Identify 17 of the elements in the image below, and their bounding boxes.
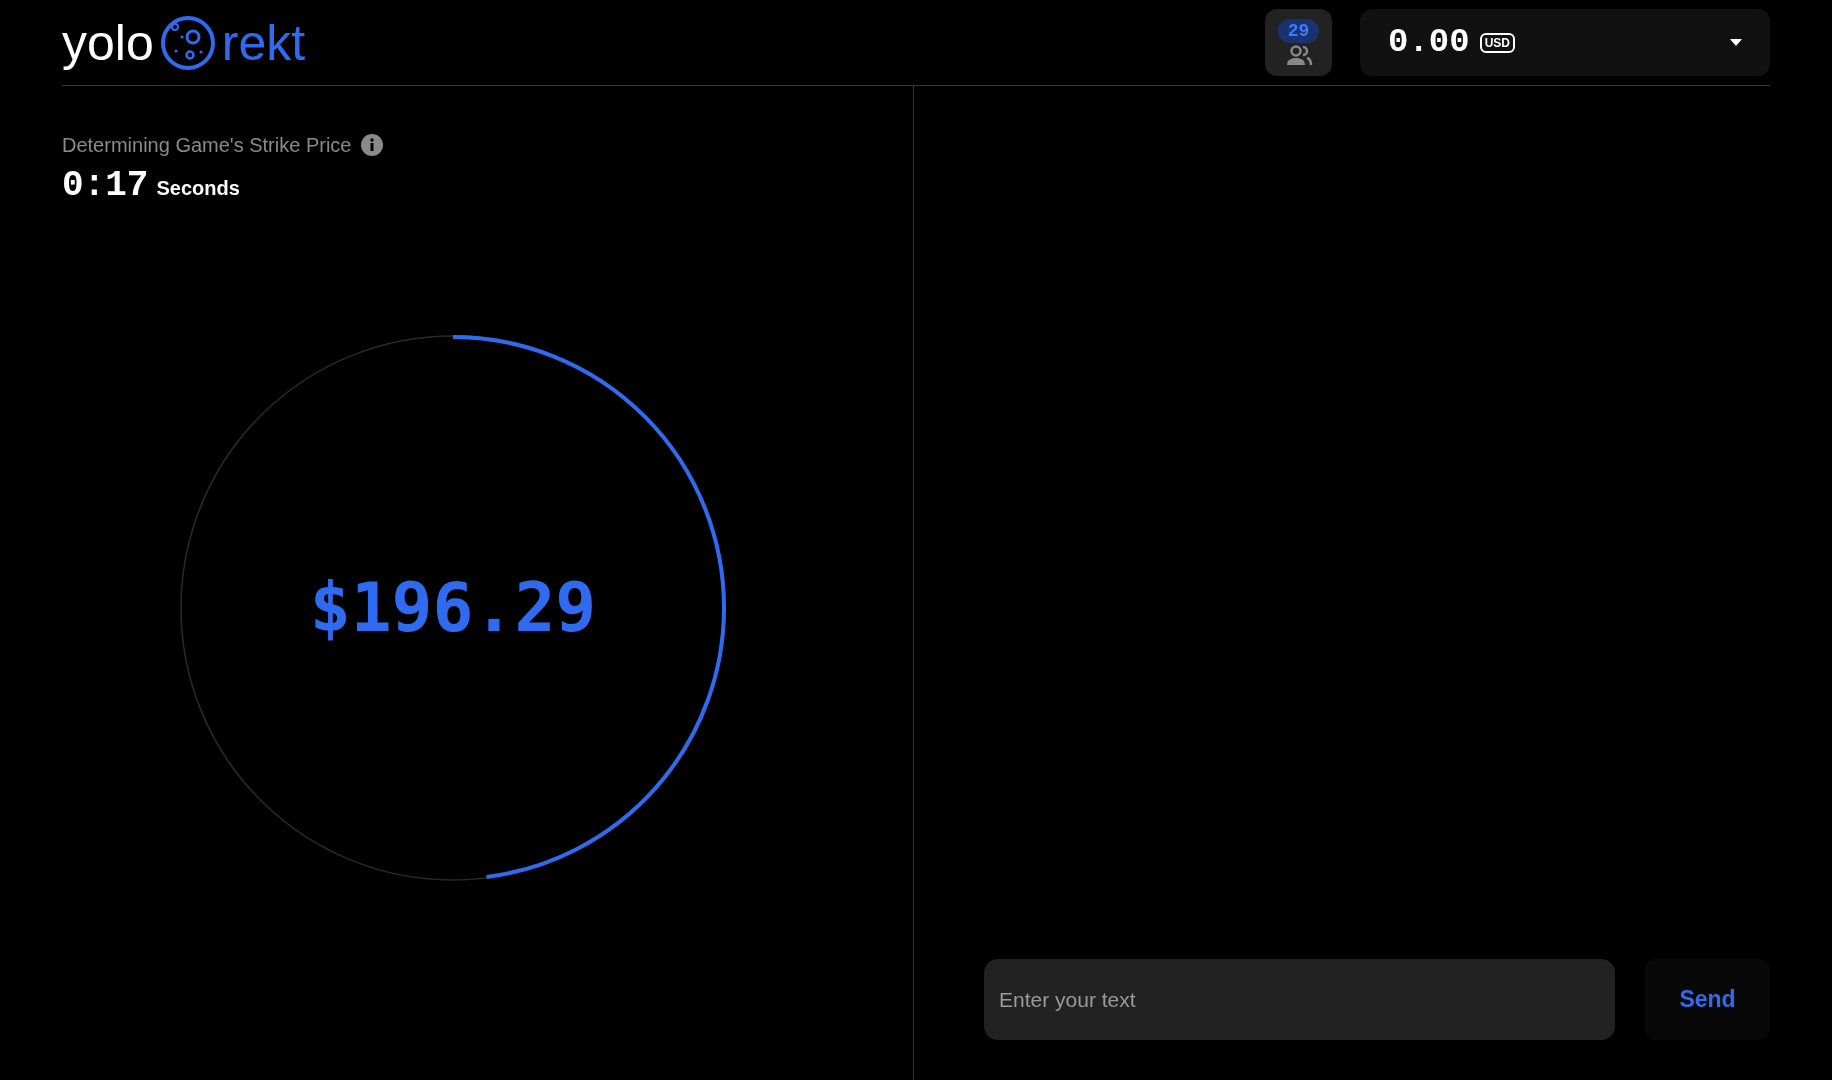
logo-text: yolo [62, 17, 154, 68]
send-button[interactable]: Send [1645, 959, 1770, 1040]
timer-unit: Seconds [156, 176, 240, 201]
caret-icon [1730, 39, 1742, 46]
balance-amount: 0.00 [1388, 22, 1470, 63]
chat-input[interactable]: Enter your text [984, 959, 1615, 1040]
users-icon [1284, 44, 1313, 67]
countdown-timer: 0:17 [62, 168, 149, 204]
balance-dropdown[interactable]: 0.00 USD [1360, 9, 1770, 76]
strike-price: $196.29 [309, 567, 597, 649]
planet-logo-icon [159, 14, 216, 71]
players-badge[interactable]: 29 [1265, 9, 1332, 76]
currency-badge: USD [1479, 32, 1515, 53]
info-icon[interactable] [361, 134, 384, 156]
game-status-title: Determining Game's Strike Price [62, 133, 352, 158]
player-count: 29 [1277, 18, 1320, 43]
logo-text: rekt [221, 17, 306, 68]
